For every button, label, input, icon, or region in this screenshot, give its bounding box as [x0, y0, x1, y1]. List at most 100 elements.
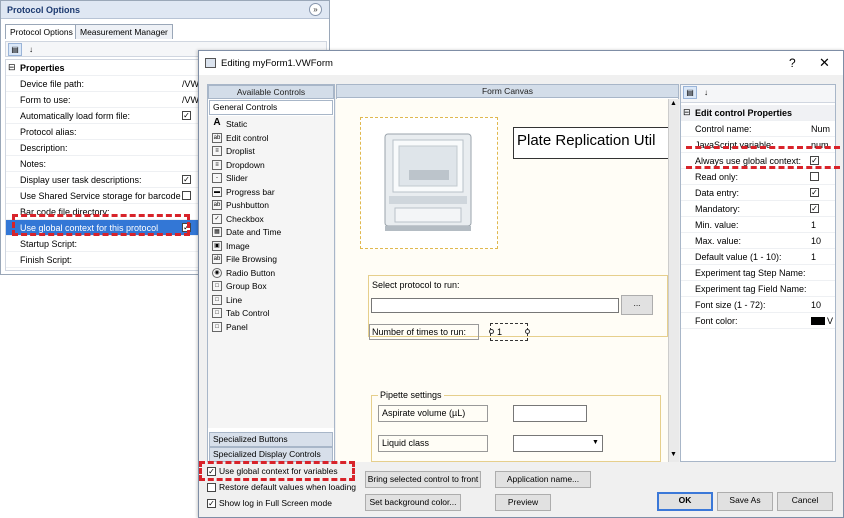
restore-defaults-checkbox[interactable]: Restore default values when loading — [207, 482, 356, 493]
property-label: Description: — [20, 143, 68, 153]
prop-label: Always use global context: — [695, 156, 802, 166]
number-of-times-label: Number of times to run: — [372, 327, 467, 337]
property-label: Display user task descriptions: — [20, 175, 142, 185]
property-label: Notes: — [20, 159, 47, 169]
set-background-button[interactable]: Set background color... — [365, 494, 461, 511]
droplist-icon: ≡ — [212, 146, 222, 156]
collapse-icon[interactable]: ⊟ — [683, 107, 691, 118]
prop-row[interactable]: Font size (1 - 72): 10 — [681, 297, 835, 313]
prop-checkbox[interactable]: ✓ — [810, 204, 819, 213]
liquid-class-dropdown[interactable]: ▼ — [513, 435, 603, 452]
protocol-path-field[interactable] — [371, 298, 619, 313]
categorized-view-icon[interactable]: ▤ — [683, 86, 697, 99]
prop-label: Mandatory: — [695, 204, 741, 214]
property-label: Automatically load form file: — [20, 111, 131, 121]
instrument-image[interactable] — [360, 117, 498, 249]
prop-row[interactable]: Read only: — [681, 169, 835, 185]
scroll-up-icon[interactable]: ▲ — [670, 100, 677, 107]
window-title: Protocol Options — [7, 5, 80, 15]
property-value[interactable]: /VW — [182, 95, 199, 105]
form-canvas[interactable]: Plate Replication Util Select protocol t… — [336, 99, 669, 462]
resize-handle-icon[interactable] — [489, 329, 494, 334]
property-label: Startup Script: — [20, 239, 78, 249]
property-label: Form to use: — [20, 95, 71, 105]
general-controls-section[interactable]: General Controls — [209, 100, 333, 115]
prop-row[interactable]: Default value (1 - 10): 1 — [681, 249, 835, 265]
liquid-class-label: Liquid class — [382, 438, 430, 448]
protocol-options-titlebar: Protocol Options » — [1, 1, 329, 19]
prop-row[interactable]: Max. value: 10 — [681, 233, 835, 249]
static-icon: A — [213, 117, 221, 128]
form-title-static[interactable]: Plate Replication Util — [513, 127, 669, 159]
prop-label: Experiment tag Step Name: — [695, 268, 806, 278]
prop-label: Min. value: — [695, 220, 739, 230]
alphabetical-sort-icon[interactable]: ↓ — [24, 43, 38, 56]
prop-checkbox[interactable]: ✓ — [810, 156, 819, 165]
tab-protocol-options[interactable]: Protocol Options — [5, 24, 78, 39]
property-label: Use Shared Service storage for barcode — [20, 191, 181, 201]
bring-to-front-button[interactable]: Bring selected control to front — [365, 471, 481, 488]
show-log-checkbox[interactable]: ✓ Show log in Full Screen mode — [207, 498, 332, 509]
property-value[interactable]: /VW — [182, 79, 199, 89]
group-box-icon: □ — [212, 281, 222, 291]
prop-value[interactable]: Num — [811, 124, 833, 134]
prop-label: Font size (1 - 72): — [695, 300, 766, 310]
highlight-always-global-bottom — [686, 166, 840, 169]
canvas-scrollbar[interactable]: ▲ ▼ — [668, 99, 679, 462]
prop-label: Font color: — [695, 316, 738, 326]
available-controls-header: Available Controls — [208, 85, 334, 99]
checkbox-label: Show log in Full Screen mode — [219, 498, 332, 508]
checkbox-icon: ✓ — [212, 213, 222, 224]
prop-value[interactable]: V — [827, 316, 835, 326]
close-button[interactable]: ✕ — [819, 55, 830, 71]
property-checkbox[interactable]: ✓ — [182, 111, 191, 120]
prop-row[interactable]: Experiment tag Field Name: — [681, 281, 835, 297]
cancel-button[interactable]: Cancel — [777, 492, 833, 511]
dropdown-icon: ≡ — [212, 159, 222, 170]
prop-checkbox[interactable]: ✓ — [810, 188, 819, 197]
categorized-view-icon[interactable]: ▤ — [8, 43, 22, 56]
preview-button[interactable]: Preview — [495, 494, 551, 511]
checkbox-box[interactable]: ✓ — [207, 499, 216, 509]
prop-value[interactable]: 1 — [811, 252, 833, 262]
specialized-display-section[interactable]: Specialized Display Controls — [209, 447, 333, 462]
save-as-button[interactable]: Save As — [717, 492, 773, 511]
prop-value[interactable]: 1 — [811, 220, 833, 230]
aspirate-volume-field[interactable] — [513, 405, 587, 422]
scroll-down-icon[interactable]: ▼ — [670, 451, 677, 458]
prop-value[interactable]: 10 — [811, 300, 833, 310]
edit-control-icon: ab — [212, 132, 222, 143]
prop-checkbox[interactable] — [810, 172, 819, 181]
image-icon: ▣ — [212, 240, 222, 251]
prop-row[interactable]: Data entry: ✓ — [681, 185, 835, 201]
prop-row[interactable]: JavaScript variable: num — [681, 137, 835, 153]
application-name-button[interactable]: Application name... — [495, 471, 591, 488]
specialized-buttons-section[interactable]: Specialized Buttons — [209, 432, 333, 447]
slider-icon: - — [212, 173, 222, 183]
help-button[interactable]: ? — [789, 56, 796, 70]
alphabetical-sort-icon[interactable]: ↓ — [699, 86, 713, 99]
resize-handle-icon[interactable] — [525, 329, 530, 334]
browse-button[interactable]: ... — [621, 295, 653, 315]
times-field-selected[interactable]: 1 — [489, 323, 530, 341]
prop-row[interactable]: Min. value: 1 — [681, 217, 835, 233]
times-value: 1 — [497, 327, 503, 337]
tab-measurement-manager[interactable]: Measurement Manager — [75, 24, 173, 39]
line-icon: □ — [212, 294, 222, 305]
prop-value[interactable]: 10 — [811, 236, 833, 246]
calendar-icon: ▦ — [212, 227, 222, 237]
collapse-icon[interactable]: ⊟ — [8, 62, 16, 73]
dialog-titlebar: Editing myForm1.VWForm ? ✕ — [199, 51, 843, 75]
prop-row[interactable]: Experiment tag Step Name: — [681, 265, 835, 281]
property-checkbox[interactable] — [182, 191, 191, 200]
font-color-swatch[interactable] — [811, 317, 825, 325]
checkbox-box[interactable] — [207, 483, 216, 493]
property-checkbox[interactable]: ✓ — [182, 175, 191, 184]
highlight-always-global-top — [686, 146, 840, 149]
prop-label: Default value (1 - 10): — [695, 252, 782, 262]
collapse-chevron-icon[interactable]: » — [309, 3, 322, 16]
prop-row[interactable]: Mandatory: ✓ — [681, 201, 835, 217]
ok-button[interactable]: OK — [657, 492, 713, 511]
prop-row[interactable]: Font color: V — [681, 313, 835, 329]
prop-row[interactable]: Control name: Num — [681, 121, 835, 137]
